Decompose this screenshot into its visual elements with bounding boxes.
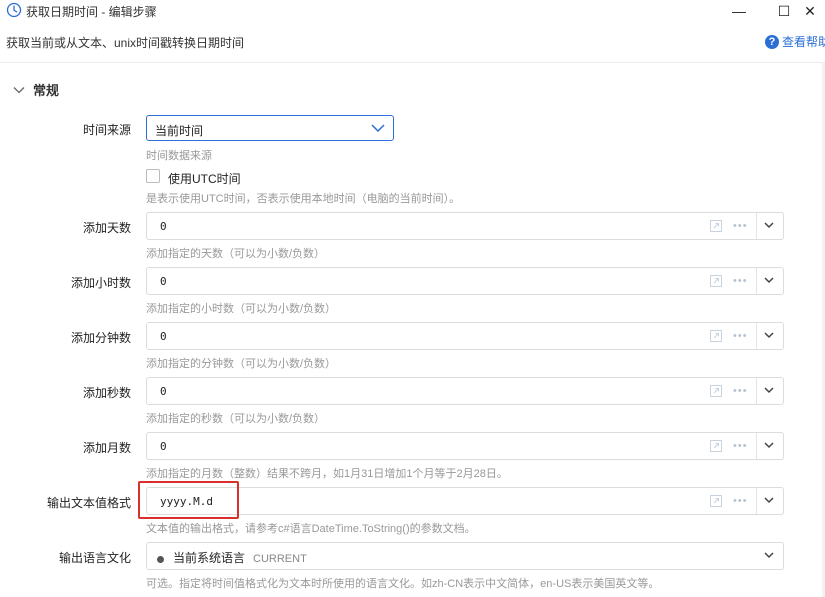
chevron-down-icon[interactable] [764, 442, 774, 449]
add-months-hint: 添加指定的月数（整数）结果不跨月，如1月31日增加1个月等于2月28日。 [146, 468, 508, 480]
title-bar: 获取日期时间 - 编辑步骤 — ☐ ✕ [0, 0, 825, 22]
time-source-value: 当前时间 [155, 124, 204, 138]
add-minutes-value: 0 [160, 330, 167, 343]
chevron-down-icon[interactable] [764, 222, 774, 229]
culture-value-name: 当前系统语言 [173, 551, 246, 565]
field-separator [756, 213, 757, 239]
culture-hint: 可选。指定将时间值格式化为文本时所使用的语言文化。如zh-CN表示中文简体，en… [146, 578, 660, 590]
add-seconds-input[interactable]: 0 ••• [146, 377, 784, 405]
field-separator [756, 323, 757, 349]
utc-checkbox[interactable] [146, 169, 160, 183]
section-general-toggle[interactable]: 常规 [13, 80, 59, 99]
field-separator [756, 268, 757, 294]
add-days-hint: 添加指定的天数（可以为小数/负数） [146, 248, 326, 260]
add-seconds-value: 0 [160, 385, 167, 398]
field-separator [756, 378, 757, 404]
add-hours-label: 添加小时数 [70, 276, 131, 290]
help-link[interactable]: ? 查看帮助 [765, 33, 825, 50]
chevron-down-icon[interactable] [764, 497, 774, 504]
output-format-hint: 文本值的输出格式，请参考c#语言DateTime.ToString()的参数文档… [146, 523, 476, 535]
culture-select[interactable]: 当前系统语言 CURRENT [146, 542, 784, 570]
expand-icon[interactable] [710, 330, 722, 342]
help-label: 查看帮助 [782, 35, 825, 49]
section-title: 常规 [33, 83, 60, 98]
expand-icon[interactable] [710, 275, 722, 287]
window-title: 获取日期时间 - 编辑步骤 [26, 5, 157, 19]
more-options-icon[interactable]: ••• [733, 275, 748, 287]
add-days-input[interactable]: 0 ••• [146, 212, 784, 240]
chevron-down-icon [13, 86, 25, 93]
close-icon: ✕ [804, 2, 816, 19]
expand-icon[interactable] [710, 440, 722, 452]
more-options-icon[interactable]: ••• [733, 220, 748, 232]
time-source-select[interactable]: 当前时间 [146, 115, 394, 141]
maximize-icon: ☐ [777, 2, 791, 19]
field-separator [756, 433, 757, 459]
add-seconds-hint: 添加指定的秒数（可以为小数/负数） [146, 413, 326, 425]
chevron-down-icon[interactable] [764, 277, 774, 284]
utc-checkbox-label[interactable]: 使用UTC时间 [168, 170, 241, 187]
header-divider [0, 62, 825, 63]
utc-hint: 是表示使用UTC时间，否表示使用本地时间（电脑的当前时间）。 [146, 193, 461, 205]
minimize-button[interactable]: — [719, 0, 759, 22]
time-source-hint: 时间数据来源 [146, 150, 212, 162]
add-days-label: 添加天数 [82, 221, 131, 235]
help-icon: ? [765, 34, 779, 49]
field-separator [756, 488, 757, 514]
more-options-icon[interactable]: ••• [733, 385, 748, 397]
chevron-down-icon[interactable] [764, 552, 774, 559]
expand-icon[interactable] [710, 220, 722, 232]
highlight-annotation [138, 481, 239, 519]
chevron-down-icon[interactable] [764, 387, 774, 394]
minimize-icon: — [732, 3, 746, 19]
add-minutes-input[interactable]: 0 ••• [146, 322, 784, 350]
output-format-input[interactable]: yyyy.M.d ••• [146, 487, 784, 515]
add-hours-value: 0 [160, 275, 167, 288]
add-minutes-hint: 添加指定的分钟数（可以为小数/负数） [146, 358, 337, 370]
culture-value: 当前系统语言 CURRENT [157, 549, 307, 566]
more-options-icon[interactable]: ••• [733, 330, 748, 342]
chevron-down-icon [371, 124, 385, 132]
add-days-value: 0 [160, 220, 167, 233]
expand-icon[interactable] [710, 385, 722, 397]
culture-label: 输出语言文化 [58, 551, 131, 565]
output-format-label: 输出文本值格式 [46, 496, 131, 510]
expand-icon[interactable] [710, 495, 722, 507]
add-hours-hint: 添加指定的小时数（可以为小数/负数） [146, 303, 337, 315]
add-months-input[interactable]: 0 ••• [146, 432, 784, 460]
step-description: 获取当前或从文本、unix时间戳转换日期时间 [6, 36, 245, 50]
time-source-label: 时间来源 [82, 123, 131, 137]
add-seconds-label: 添加秒数 [82, 386, 131, 400]
add-months-label: 添加月数 [82, 441, 131, 455]
close-button[interactable]: ✕ [795, 0, 825, 22]
status-dot-icon [157, 555, 164, 563]
more-options-icon[interactable]: ••• [733, 440, 748, 452]
add-minutes-label: 添加分钟数 [70, 331, 131, 345]
chevron-down-icon[interactable] [764, 332, 774, 339]
add-months-value: 0 [160, 440, 167, 453]
more-options-icon[interactable]: ••• [733, 495, 748, 507]
clock-icon [6, 2, 22, 18]
culture-value-code: CURRENT [253, 553, 307, 565]
add-hours-input[interactable]: 0 ••• [146, 267, 784, 295]
